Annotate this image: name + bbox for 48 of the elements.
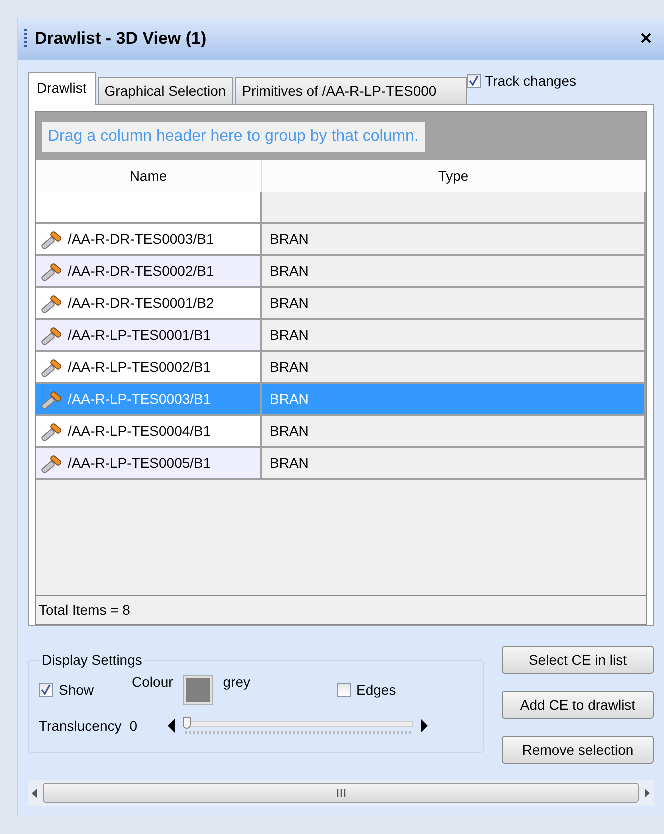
name-text: /AA-R-DR-TES0001/B2	[68, 295, 214, 311]
grip-icon	[336, 789, 346, 797]
filter-cell[interactable]	[262, 192, 646, 222]
group-hint: Drag a column header here to group by that column.	[42, 122, 425, 152]
action-button[interactable]: Remove selection	[502, 736, 654, 764]
translucency-label: Translucency	[39, 718, 122, 734]
colour-name: grey	[223, 674, 251, 690]
table-row[interactable]: /AA-R-LP-TES0001/B1 BRAN	[36, 320, 646, 352]
colour-label: Colour	[132, 674, 174, 690]
table-row[interactable]: /AA-R-LP-TES0004/B1 BRAN	[36, 416, 646, 448]
tab[interactable]: Graphical Selection	[98, 77, 234, 104]
table-row[interactable]: /AA-R-DR-TES0002/B1 BRAN	[36, 256, 646, 288]
action-button[interactable]: Select CE in list	[502, 646, 654, 674]
group-title: Display Settings	[41, 652, 144, 668]
close-button[interactable]: ×	[640, 29, 652, 49]
name-text: /AA-R-DR-TES0002/B1	[68, 263, 214, 279]
table-row[interactable]: /AA-R-DR-TES0001/B2 BRAN	[36, 288, 646, 320]
colour-swatch[interactable]	[183, 675, 214, 705]
horizontal-scrollbar[interactable]	[28, 780, 654, 806]
name-text: /AA-R-LP-TES0005/B1	[68, 455, 212, 471]
scroll-right-icon[interactable]	[645, 788, 650, 798]
edges-checkbox[interactable]	[336, 683, 351, 697]
left-arrow-icon[interactable]	[168, 719, 175, 733]
show-label: Show	[59, 682, 94, 698]
table-row[interactable]: /AA-R-LP-TES0005/B1 BRAN	[36, 448, 646, 480]
scroll-left-icon[interactable]	[32, 788, 37, 798]
show-checkbox[interactable]	[39, 683, 53, 697]
right-arrow-icon[interactable]	[420, 719, 428, 733]
table-row[interactable]: /AA-R-LP-TES0002/B1 BRAN	[36, 352, 646, 384]
edges-label: Edges	[356, 682, 396, 698]
tab[interactable]: Drawlist	[28, 72, 96, 105]
translucency-slider[interactable]	[182, 716, 413, 736]
name-text: /AA-R-LP-TES0001/B1	[68, 327, 212, 343]
name-text: /AA-R-LP-TES0002/B1	[68, 359, 212, 375]
drag-grip-icon[interactable]	[24, 29, 27, 49]
track-changes-label: Track changes	[485, 73, 576, 89]
name-text: /AA-R-DR-TES0003/B1	[68, 231, 214, 247]
scroll-thumb[interactable]	[43, 783, 639, 803]
table-row[interactable]: /AA-R-DR-TES0003/B1 BRAN	[36, 224, 646, 256]
translucency-value: 0	[130, 718, 138, 734]
type-cell: BRAN	[262, 384, 646, 414]
slider-thumb[interactable]	[182, 717, 191, 729]
tab[interactable]: Primitives of /AA-R-LP-TES000	[235, 77, 468, 104]
action-button[interactable]: Add CE to drawlist	[502, 691, 654, 719]
track-changes-checkbox[interactable]	[467, 74, 482, 88]
name-text: /AA-R-LP-TES0004/B1	[68, 423, 212, 439]
window-title: Drawlist - 3D View (1)	[35, 29, 208, 49]
name-text: /AA-R-LP-TES0003/B1	[68, 391, 212, 407]
